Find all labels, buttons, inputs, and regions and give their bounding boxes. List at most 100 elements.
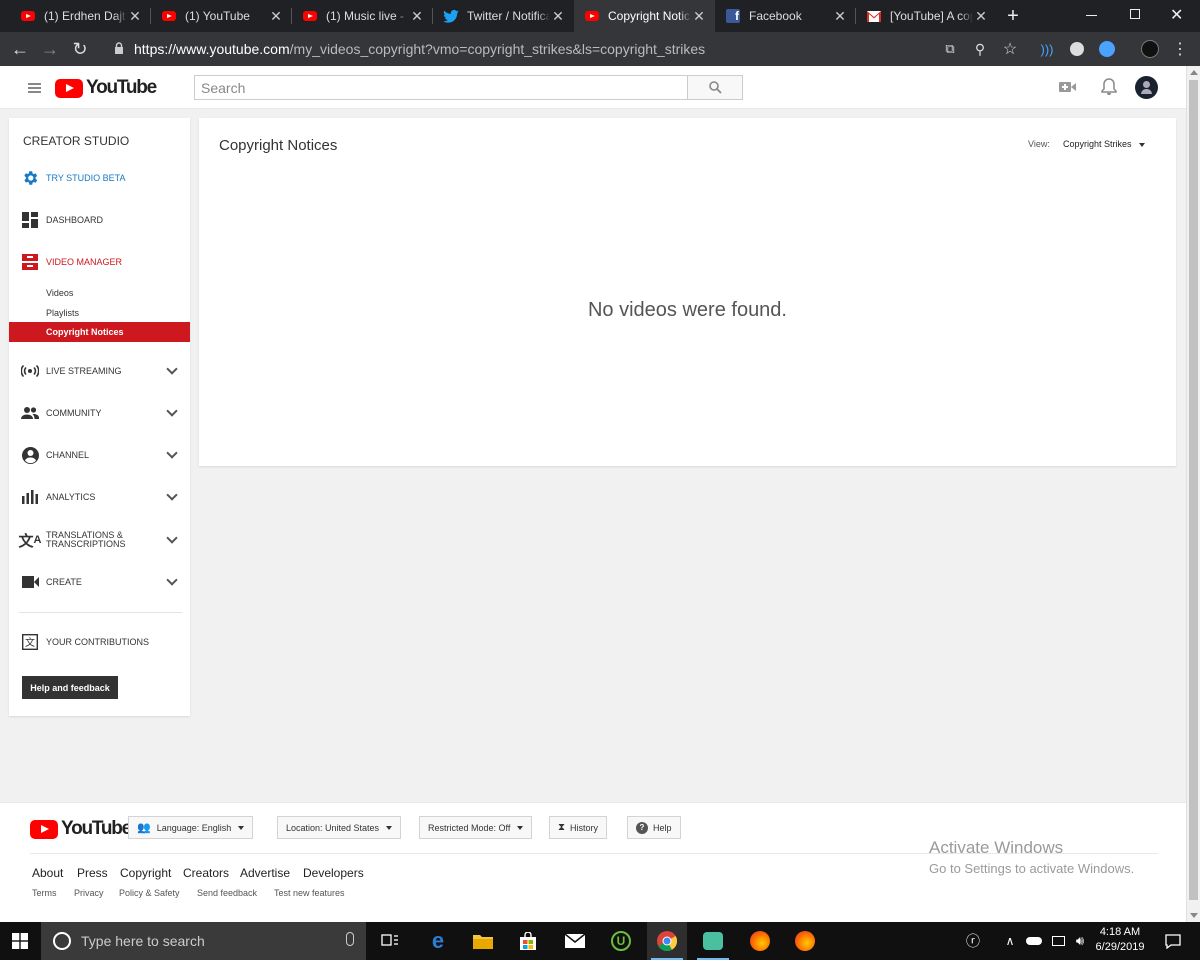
network-icon[interactable]	[1046, 922, 1070, 960]
footer-link-terms[interactable]: Terms	[32, 888, 57, 898]
footer-link-developers[interactable]: Developers	[303, 866, 364, 880]
footer-link-test-new-features[interactable]: Test new features	[274, 888, 345, 898]
search-button[interactable]	[687, 75, 743, 100]
close-icon[interactable]: ✕	[550, 8, 566, 25]
sidebar-item-channel[interactable]: CHANNEL	[9, 445, 190, 465]
sidebar-item-translations[interactable]: 文A TRANSLATIONS & TRANSCRIPTIONS	[9, 528, 190, 552]
store-icon[interactable]	[508, 922, 548, 960]
view-dropdown[interactable]: Copyright Strikes	[1063, 139, 1145, 149]
profile-avatar-icon[interactable]	[1136, 32, 1164, 66]
help-button[interactable]: ? Help	[627, 816, 681, 839]
sidebar-item-label: YOUR CONTRIBUTIONS	[46, 636, 150, 647]
reload-icon[interactable]: ↻	[66, 32, 94, 66]
language-icon: 👥	[137, 822, 151, 834]
page-scrollbar[interactable]	[1186, 66, 1200, 922]
firefox-icon[interactable]	[740, 922, 780, 960]
footer-youtube-logo[interactable]: YouTube	[30, 818, 132, 840]
search-input[interactable]: Search	[194, 75, 688, 100]
chrome-browser-icon[interactable]	[647, 922, 687, 960]
dashboard-icon	[21, 211, 39, 229]
footer-link-advertise[interactable]: Advertise	[240, 866, 290, 880]
minimize-button[interactable]	[1086, 6, 1100, 26]
upload-video-icon[interactable]	[1059, 80, 1077, 99]
footer-link-creators[interactable]: Creators	[183, 866, 229, 880]
sidebar-item-create[interactable]: CREATE	[9, 572, 190, 592]
close-icon[interactable]: ✕	[973, 8, 989, 25]
extension-globe-icon[interactable]	[1063, 32, 1091, 66]
people-taskbar-icon[interactable]: ⓡ	[958, 922, 988, 960]
close-icon[interactable]: ✕	[127, 8, 143, 25]
footer-link-policy-safety[interactable]: Policy & Safety	[119, 888, 180, 898]
show-hidden-icons-chevron-icon[interactable]: ∧	[998, 922, 1022, 960]
sidebar-subitem-playlists[interactable]: Playlists	[46, 308, 79, 318]
mail-icon[interactable]	[555, 922, 595, 960]
browser-tab[interactable]: [YouTube] A copyright ✕	[856, 0, 997, 32]
creator-studio-sidebar: CREATOR STUDIO TRY STUDIO BETA DASHBOARD…	[9, 118, 190, 716]
language-button[interactable]: 👥 Language: English	[128, 816, 254, 839]
extension-search-icon[interactable]	[1093, 32, 1121, 66]
windows-start-icon[interactable]	[0, 922, 40, 960]
close-icon[interactable]: ✕	[691, 8, 707, 25]
onedrive-cloud-icon[interactable]	[1022, 922, 1046, 960]
browser-tab-active[interactable]: Copyright Notices ✕	[574, 0, 715, 32]
footer-link-press[interactable]: Press	[77, 866, 108, 880]
sidebar-item-try-studio-beta[interactable]: TRY STUDIO BETA	[9, 168, 190, 188]
restore-button[interactable]	[1130, 9, 1140, 19]
footer-link-about[interactable]: About	[32, 866, 63, 880]
footer-link-send-feedback[interactable]: Send feedback	[197, 888, 257, 898]
hamburger-menu-icon[interactable]	[28, 83, 41, 93]
sidebar-item-community[interactable]: COMMUNITY	[9, 403, 190, 423]
sidebar-subitem-copyright-notices[interactable]: Copyright Notices	[9, 322, 190, 342]
tab-title: Facebook	[749, 9, 802, 23]
notifications-bell-icon[interactable]	[1101, 78, 1117, 101]
edge-browser-icon[interactable]: e	[418, 922, 458, 960]
avatar[interactable]	[1135, 76, 1158, 99]
scroll-up-arrow-icon[interactable]	[1190, 70, 1198, 75]
menu-dots-icon[interactable]: ⋮	[1166, 32, 1194, 66]
sidebar-item-your-contributions[interactable]: 文 YOUR CONTRIBUTIONS	[9, 632, 190, 652]
chevron-down-icon	[166, 363, 178, 375]
scroll-down-arrow-icon[interactable]	[1190, 913, 1198, 918]
taskbar-search-box[interactable]: Type here to search	[41, 922, 366, 960]
close-window-button[interactable]: ✕	[1170, 5, 1183, 25]
bookmark-star-icon[interactable]: ☆	[996, 32, 1024, 66]
file-explorer-icon[interactable]	[463, 922, 503, 960]
address-bar[interactable]: https://www.youtube.com/my_videos_copyri…	[106, 36, 1036, 62]
youtube-logo[interactable]: YouTube	[55, 77, 157, 99]
extension-wifi-icon[interactable]: )))	[1033, 32, 1061, 66]
back-arrow-icon[interactable]: ←	[6, 32, 34, 66]
footer-link-copyright[interactable]: Copyright	[120, 866, 171, 880]
browser-tab[interactable]: f Facebook ✕	[715, 0, 856, 32]
history-button[interactable]: ⧗ History	[549, 816, 608, 839]
utorrent-icon[interactable]: U	[601, 922, 641, 960]
forward-arrow-icon[interactable]: →	[36, 32, 64, 66]
volume-icon[interactable]: 🔊︎	[1068, 922, 1092, 960]
browser-tab[interactable]: (1) YouTube ✕	[151, 0, 292, 32]
browser-tab[interactable]: (1) Music live - YouTube ✕	[292, 0, 433, 32]
browser-tab[interactable]: (1) Erdhen Dajt | Facebook ✕	[10, 0, 151, 32]
help-and-feedback-button[interactable]: Help and feedback	[22, 676, 118, 699]
restricted-mode-button[interactable]: Restricted Mode: Off	[419, 816, 533, 839]
close-icon[interactable]: ✕	[268, 8, 284, 25]
close-icon[interactable]: ✕	[409, 8, 425, 25]
sidebar-item-dashboard[interactable]: DASHBOARD	[9, 210, 190, 230]
sidebar-subitem-videos[interactable]: Videos	[46, 288, 73, 298]
firefox-icon[interactable]	[785, 922, 825, 960]
task-view-icon[interactable]	[370, 922, 410, 960]
scrollbar-thumb[interactable]	[1189, 80, 1198, 900]
sidebar-item-video-manager[interactable]: VIDEO MANAGER	[9, 252, 190, 272]
zoom-icon[interactable]: ⚲	[966, 32, 994, 66]
footer-link-privacy[interactable]: Privacy	[74, 888, 104, 898]
browser-tab[interactable]: Twitter / Notifications ✕	[433, 0, 574, 32]
tab-title: Copyright Notices	[608, 9, 691, 23]
new-tab-button[interactable]: +	[1001, 4, 1025, 28]
sidebar-item-live-streaming[interactable]: LIVE STREAMING	[9, 361, 190, 381]
tab-title: [YouTube] A copyright	[890, 9, 973, 23]
sidebar-item-analytics[interactable]: ANALYTICS	[9, 487, 190, 507]
taskbar-clock[interactable]: 4:18 AM 6/29/2019	[1090, 925, 1150, 955]
action-center-icon[interactable]	[1158, 922, 1188, 960]
location-button[interactable]: Location: United States	[277, 816, 402, 839]
close-icon[interactable]: ✕	[832, 8, 848, 25]
game-app-icon[interactable]	[693, 922, 733, 960]
translate-page-icon[interactable]: ⧉	[936, 32, 964, 66]
